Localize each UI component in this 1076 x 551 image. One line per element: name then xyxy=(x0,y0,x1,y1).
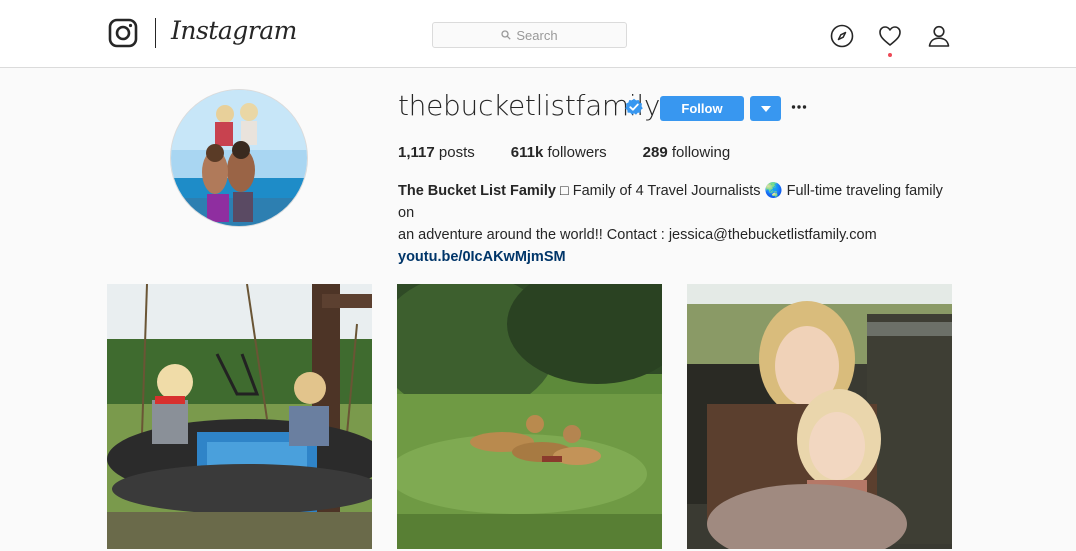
follow-button[interactable]: Follow xyxy=(660,96,744,121)
following-label: following xyxy=(671,144,731,161)
profile-bio: The Bucket List Family □ Family of 4 Tra… xyxy=(398,180,958,268)
avatar-photo xyxy=(171,90,307,226)
instagram-wordmark[interactable]: Instagram xyxy=(171,16,297,45)
post-image-kids-on-tire-swing xyxy=(107,284,372,549)
search-input[interactable]: Search xyxy=(432,22,627,48)
post-thumbnail-2[interactable] xyxy=(397,284,662,549)
stat-following[interactable]: 289 following xyxy=(643,144,731,161)
stat-followers[interactable]: 611k followers xyxy=(511,144,607,161)
post-image-lion-cubs-on-grass xyxy=(397,284,662,549)
post-thumbnail-1[interactable] xyxy=(107,284,372,549)
following-count: 289 xyxy=(642,144,668,161)
bio-text-line-2: an adventure around the world!! Contact … xyxy=(398,227,877,243)
user-icon[interactable] xyxy=(927,24,951,48)
posts-count: 1,117 xyxy=(398,144,435,161)
compass-icon[interactable] xyxy=(830,24,854,48)
stat-posts: 1,117 posts xyxy=(398,144,475,161)
instagram-camera-icon[interactable] xyxy=(108,18,138,48)
heart-icon[interactable] xyxy=(878,24,902,48)
post-image-mother-and-daughter-in-safari-vehicle xyxy=(687,284,952,549)
profile-username: thebucketlistfamily xyxy=(398,89,661,122)
suggestions-dropdown-button[interactable] xyxy=(750,96,781,121)
profile-avatar[interactable] xyxy=(170,89,308,227)
profile-stats: 1,117 posts 611k followers 289 following xyxy=(398,144,730,161)
posts-label: posts xyxy=(438,144,475,161)
search-placeholder: Search xyxy=(516,27,558,43)
bio-website-link[interactable]: youtu.be/0IcAKwMjmSM xyxy=(398,246,958,268)
bio-line-1: The Bucket List Family □ Family of 4 Tra… xyxy=(398,180,958,224)
caret-down-icon xyxy=(760,105,771,112)
post-thumbnail-3[interactable] xyxy=(687,284,952,549)
logo-divider xyxy=(155,18,156,48)
bio-full-name: The Bucket List Family xyxy=(398,183,556,199)
search-icon xyxy=(501,30,512,40)
followers-label: followers xyxy=(547,144,607,161)
more-options-icon[interactable] xyxy=(791,98,807,116)
notification-dot xyxy=(888,53,892,57)
top-nav-bar: Instagram Search xyxy=(0,0,1076,68)
verified-badge-icon xyxy=(625,98,643,115)
followers-count: 611k xyxy=(510,144,544,161)
